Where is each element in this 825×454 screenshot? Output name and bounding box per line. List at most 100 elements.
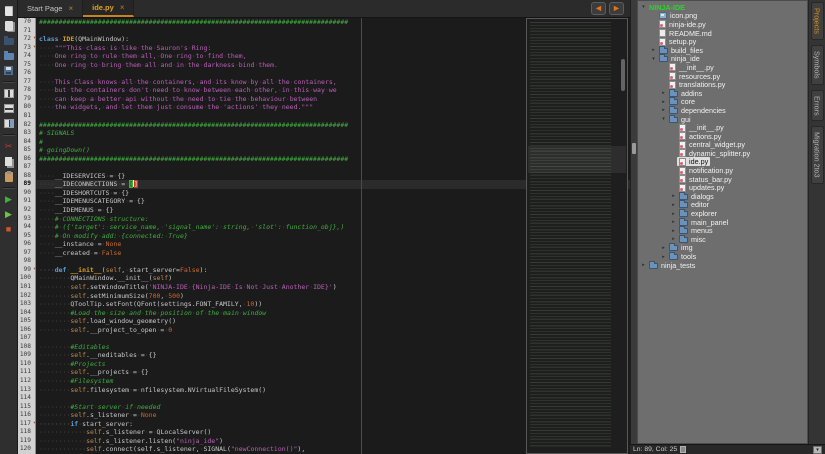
tree-item-main-panel[interactable]: ▸main_panel: [638, 218, 807, 227]
tree-item-central-widget-py[interactable]: central_widget.py: [638, 141, 807, 150]
line-number: 119: [18, 437, 36, 446]
navigate-forward-button[interactable]: ►: [609, 2, 624, 15]
new-file-button[interactable]: [1, 4, 17, 17]
tree-item-dynamic-splitter-py[interactable]: dynamic_splitter.py: [638, 149, 807, 158]
panel-selector-dropdown[interactable]: ▾: [813, 446, 822, 454]
expander-closed-icon[interactable]: ▸: [670, 219, 677, 225]
follow-mode-button[interactable]: [1, 117, 17, 130]
side-tab-symbols[interactable]: Symbols: [811, 45, 824, 85]
minimap[interactable]: [526, 18, 628, 454]
navigation-buttons: ◄ ►: [591, 0, 630, 17]
expander-open-icon[interactable]: ▾: [660, 116, 667, 122]
side-tab-projects[interactable]: Projects: [811, 2, 824, 40]
tree-item-build-files[interactable]: ▸build_files: [638, 46, 807, 55]
line-number: 103: [18, 300, 36, 309]
new-project-icon: [5, 21, 13, 31]
py-icon: [679, 132, 686, 140]
tree-item-addins[interactable]: ▸addins: [638, 89, 807, 98]
navigate-back-button[interactable]: ◄: [591, 2, 606, 15]
expander-closed-icon[interactable]: ▸: [670, 236, 677, 242]
run-file-button[interactable]: ▶: [1, 208, 17, 221]
code-editor[interactable]: 70######################################…: [18, 18, 630, 454]
side-tab-migration-2to3[interactable]: Migration 2to3: [811, 126, 824, 184]
line-number: 78: [18, 86, 36, 95]
fold-marker-icon[interactable]: ▾: [33, 34, 36, 43]
panel-splitter[interactable]: [630, 0, 637, 444]
expander-open-icon[interactable]: ▾: [640, 4, 647, 10]
folder-icon: [669, 117, 678, 123]
tab-start-page[interactable]: Start Page ×: [18, 0, 83, 17]
editor-tabbar: Start Page×ide.py× ◄ ►: [18, 0, 630, 18]
tree-item-actions-py[interactable]: actions.py: [638, 132, 807, 141]
copy-icon: [5, 157, 12, 166]
minimap-viewport[interactable]: [528, 146, 626, 173]
tree-item-status-bar-py[interactable]: status_bar.py: [638, 175, 807, 184]
expander-open-icon[interactable]: ▾: [650, 56, 657, 62]
paste-button[interactable]: [1, 170, 17, 183]
tree-item-notification-py[interactable]: notification.py: [638, 166, 807, 175]
expander-closed-icon[interactable]: ▸: [640, 262, 647, 268]
tree-item--init-py[interactable]: __init__.py: [638, 63, 807, 72]
tree-item-dependencies[interactable]: ▸dependencies: [638, 106, 807, 115]
new-project-button[interactable]: [1, 19, 17, 32]
cut-button[interactable]: ✂: [1, 140, 17, 153]
tree-item-ninja-tests[interactable]: ▸ninja_tests: [638, 261, 807, 270]
tree-item-explorer[interactable]: ▸explorer: [638, 209, 807, 218]
open-file-button[interactable]: [1, 34, 17, 47]
tree-item-dialogs[interactable]: ▸dialogs: [638, 192, 807, 201]
tree-item-menus[interactable]: ▸menus: [638, 226, 807, 235]
tree-item-tools[interactable]: ▸tools: [638, 252, 807, 261]
img-icon: [659, 12, 667, 19]
tree-item-gui[interactable]: ▾gui: [638, 115, 807, 124]
tree-item-icon-png[interactable]: icon.png: [638, 12, 807, 21]
tree-item--init-py[interactable]: __init__.py: [638, 123, 807, 132]
expander-closed-icon[interactable]: ▸: [670, 211, 677, 217]
expander-closed-icon[interactable]: ▸: [660, 99, 667, 105]
open-project-button[interactable]: [1, 49, 17, 62]
line-number: 83: [18, 129, 36, 138]
fold-marker-icon[interactable]: ▾: [33, 43, 36, 52]
notifications-icon[interactable]: [680, 446, 686, 453]
tree-item-updates-py[interactable]: updates.py: [638, 183, 807, 192]
tab-ide-py[interactable]: ide.py×: [83, 0, 134, 17]
tree-item-translations-py[interactable]: translations.py: [638, 80, 807, 89]
tree-item-resources-py[interactable]: resources.py: [638, 72, 807, 81]
tree-item-readme-md[interactable]: README.md: [638, 29, 807, 38]
save-button[interactable]: [1, 64, 17, 77]
copy-button[interactable]: [1, 155, 17, 168]
folder-icon: [679, 220, 688, 226]
expander-closed-icon[interactable]: ▸: [670, 228, 677, 234]
minimap-scrollbar[interactable]: [621, 59, 625, 91]
tree-item-ninja-ide[interactable]: ▾NINJA-IDE: [638, 3, 807, 12]
split-horizontal-button[interactable]: [1, 87, 17, 100]
statusbar: Ln: 89, Col: 25 ▾: [630, 444, 825, 454]
splitter-handle-icon[interactable]: [632, 143, 636, 154]
expander-closed-icon[interactable]: ▸: [650, 47, 657, 53]
tab-label: Start Page: [27, 4, 62, 13]
split-vertical-button[interactable]: [1, 102, 17, 115]
fold-marker-icon[interactable]: ▾: [33, 419, 36, 428]
tree-item-img[interactable]: ▸img: [638, 244, 807, 253]
expander-closed-icon[interactable]: ▸: [660, 107, 667, 113]
tree-item-ide-py[interactable]: ide.py: [638, 158, 807, 167]
expander-closed-icon[interactable]: ▸: [670, 193, 677, 199]
tree-item-core[interactable]: ▸core: [638, 98, 807, 107]
line-number: 117▾: [18, 420, 36, 429]
run-project-button[interactable]: ▶: [1, 193, 17, 206]
line-number: 92: [18, 206, 36, 215]
tree-item-setup-py[interactable]: setup.py: [638, 37, 807, 46]
expander-closed-icon[interactable]: ▸: [670, 202, 677, 208]
tree-item-misc[interactable]: ▸misc: [638, 235, 807, 244]
expander-closed-icon[interactable]: ▸: [660, 245, 667, 251]
side-tab-errors[interactable]: Errors: [811, 90, 824, 122]
close-tab-icon[interactable]: ×: [68, 4, 73, 13]
close-tab-icon[interactable]: ×: [120, 3, 125, 12]
tree-item-ninja-ide[interactable]: ▾ninja_ide: [638, 55, 807, 64]
py-icon: [679, 158, 686, 166]
stop-button[interactable]: ■: [1, 223, 17, 236]
tree-item-editor[interactable]: ▸editor: [638, 201, 807, 210]
fold-marker-icon[interactable]: ▾: [33, 265, 36, 274]
expander-closed-icon[interactable]: ▸: [660, 254, 667, 260]
tree-item-ninja-ide-py[interactable]: ninja-ide.py: [638, 20, 807, 29]
expander-closed-icon[interactable]: ▸: [660, 90, 667, 96]
